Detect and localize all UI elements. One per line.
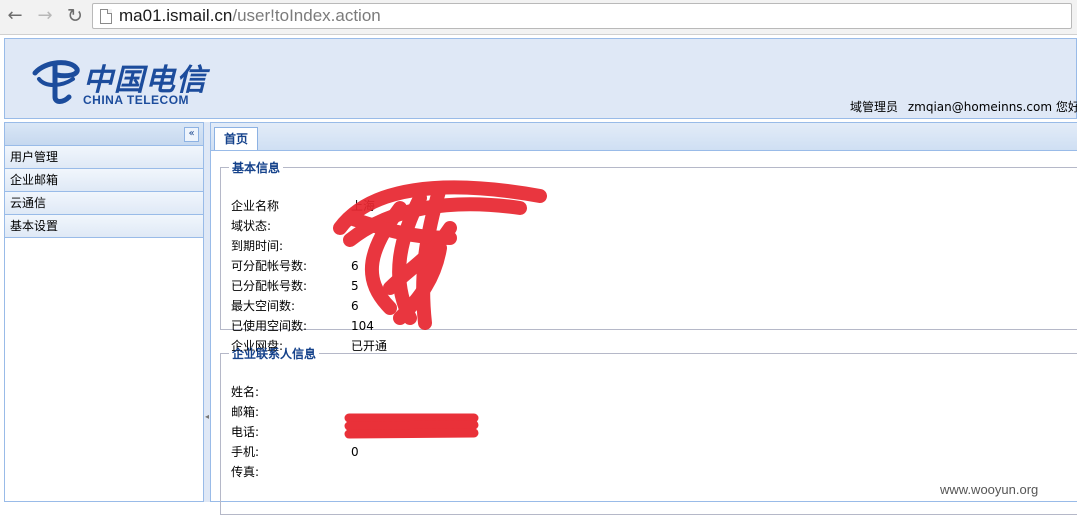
- sidebar: « 用户管理 企业邮箱 云通信 基本设置: [4, 122, 204, 502]
- info-row-max-space: 最大空间数: 6: [231, 296, 359, 316]
- browser-toolbar: ← → ↻ ma01.ismail.cn/user!toIndex.action: [0, 0, 1077, 35]
- greeting-text: 您好! 您: [1055, 100, 1077, 114]
- info-row-assignable-accounts: 可分配帐号数: 6: [231, 256, 359, 276]
- row-label: 到期时间:: [231, 239, 284, 253]
- row-label: 邮箱:: [231, 405, 260, 419]
- contact-info-legend: 企业联系人信息: [232, 347, 317, 361]
- row-label: 可分配帐号数:: [231, 259, 308, 273]
- address-bar[interactable]: ma01.ismail.cn/user!toIndex.action: [92, 3, 1072, 29]
- row-value: 0: [351, 445, 359, 459]
- info-row-expiry: 到期时间:: [231, 236, 351, 256]
- row-value: 5: [351, 279, 359, 293]
- row-label: 传真:: [231, 465, 260, 479]
- watermark: www.wooyun.org: [940, 482, 1039, 497]
- url-path: /user!toIndex.action: [232, 6, 381, 25]
- row-value: 上海: [351, 199, 376, 213]
- info-row-used-space: 已使用空间数: 104: [231, 316, 374, 336]
- header-banner: 中国电信 CHINA TELECOM 域管理员 zmqian@homeinns.…: [4, 38, 1077, 119]
- row-label: 域状态:: [231, 219, 272, 233]
- sidebar-item-basic-settings[interactable]: 基本设置: [5, 215, 203, 238]
- basic-info-legend: 基本信息: [232, 161, 281, 175]
- page-icon: [100, 9, 112, 24]
- row-value: 104: [351, 319, 374, 333]
- sidebar-item-user-management[interactable]: 用户管理: [5, 146, 203, 169]
- logo-english-text: CHINA TELECOM: [83, 93, 190, 107]
- sidebar-header: «: [5, 123, 203, 146]
- row-label: 姓名:: [231, 385, 260, 399]
- back-button[interactable]: ←: [4, 5, 26, 27]
- basic-info-fieldset: 基本信息 企业名称 上海 域状态: 到期时间: 可分配帐号数: 6 已分配帐号数: 5…: [220, 159, 1077, 353]
- tab-strip: 首页: [211, 123, 1077, 151]
- user-email: zmqian@homeinns.com: [907, 100, 1053, 114]
- row-label: 已分配帐号数:: [231, 279, 308, 293]
- row-label: 手机:: [231, 445, 260, 459]
- contact-row-phone: 电话:: [231, 422, 351, 442]
- china-telecom-logo-icon: [32, 60, 80, 104]
- contact-row-name: 姓名:: [231, 382, 351, 402]
- row-value: 6: [351, 259, 359, 273]
- url-host: ma01.ismail.cn: [119, 6, 233, 25]
- sidebar-item-enterprise-mail[interactable]: 企业邮箱: [5, 169, 203, 192]
- forward-button[interactable]: →: [34, 5, 56, 27]
- info-row-assigned-accounts: 已分配帐号数: 5: [231, 276, 359, 296]
- info-row-domain-status: 域状态:: [231, 216, 351, 236]
- sidebar-item-cloud-communication[interactable]: 云通信: [5, 192, 203, 215]
- url-text[interactable]: ma01.ismail.cn/user!toIndex.action: [119, 5, 381, 27]
- splitter-handle-icon[interactable]: ◂: [205, 412, 209, 421]
- collapse-sidebar-icon[interactable]: «: [184, 127, 199, 142]
- row-label: 电话:: [231, 425, 260, 439]
- row-label: 已使用空间数:: [231, 319, 308, 333]
- app-frame: 中国电信 CHINA TELECOM 域管理员 zmqian@homeinns.…: [4, 38, 1077, 515]
- row-label: 企业名称: [231, 199, 280, 213]
- tab-home[interactable]: 首页: [214, 127, 259, 150]
- user-role: 域管理员: [850, 100, 899, 114]
- user-info: 域管理员 zmqian@homeinns.com 您好! 您: [850, 98, 1077, 115]
- row-label: 最大空间数:: [231, 299, 296, 313]
- contact-row-mobile: 手机: 0: [231, 442, 359, 462]
- reload-button[interactable]: ↻: [64, 5, 86, 27]
- contact-row-email: 邮箱:: [231, 402, 351, 422]
- main-panel: 首页 基本信息 企业名称 上海 域状态: 到期时间: 可分配帐号数: 6 已分配帐号…: [210, 122, 1077, 515]
- info-row-company-name: 企业名称 上海: [231, 196, 375, 216]
- row-value: 6: [351, 299, 359, 313]
- contact-row-fax: 传真:: [231, 462, 351, 482]
